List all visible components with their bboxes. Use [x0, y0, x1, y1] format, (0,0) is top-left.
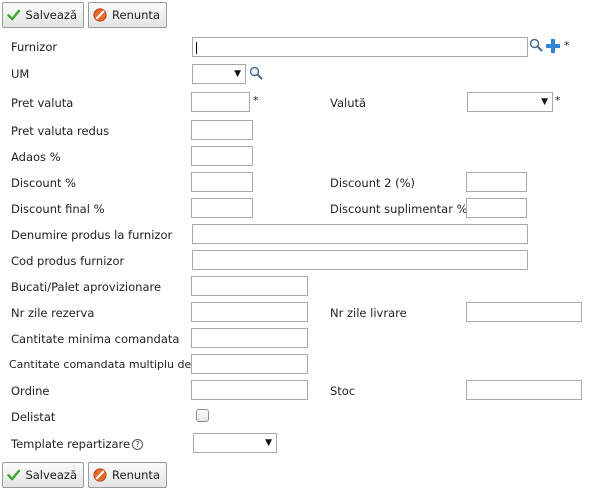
- discount-final-label: Discount final %: [11, 202, 105, 216]
- cod-produs-input[interactable]: [192, 250, 528, 270]
- pret-valuta-redus-input[interactable]: [191, 120, 253, 140]
- pret-valuta-required-marker: *: [253, 94, 259, 107]
- valuta-select[interactable]: ▼: [467, 92, 553, 112]
- ordine-input[interactable]: [191, 380, 308, 400]
- furnizor-label: Furnizor: [11, 40, 58, 54]
- plus-icon[interactable]: [545, 38, 561, 54]
- discount-suplimentar-input[interactable]: [466, 198, 527, 218]
- furnizor-required-marker: *: [564, 39, 570, 52]
- valuta-label: Valută: [330, 96, 367, 110]
- discount-final-input[interactable]: [191, 198, 253, 218]
- nr-zile-livrare-input[interactable]: [466, 302, 582, 322]
- discount-label: Discount %: [11, 176, 77, 190]
- bucati-palet-input[interactable]: [191, 276, 308, 296]
- cantitate-multiplu-input[interactable]: [191, 354, 308, 374]
- search-icon[interactable]: [249, 66, 263, 80]
- check-icon: [7, 469, 21, 481]
- delistat-checkbox[interactable]: [196, 409, 209, 422]
- save-button-bottom[interactable]: Salvează: [2, 462, 84, 488]
- bucati-palet-label: Bucati/Palet aprovizionare: [11, 280, 162, 294]
- delistat-label: Delistat: [11, 410, 56, 424]
- um-label: UM: [11, 67, 30, 81]
- discount2-label: Discount 2 (%): [330, 176, 416, 190]
- text-cursor: [196, 42, 197, 54]
- template-repartizare-label: Template repartizare: [11, 437, 131, 451]
- pret-valuta-label: Pret valuta: [11, 96, 74, 110]
- save-button[interactable]: Salvează: [2, 2, 84, 28]
- adaos-label: Adaos %: [11, 150, 61, 164]
- cancel-button-label: Renunta: [112, 468, 160, 482]
- chevron-down-icon: ▼: [541, 97, 548, 107]
- cod-produs-label: Cod produs furnizor: [11, 254, 125, 268]
- nr-zile-rezerva-input[interactable]: [191, 302, 308, 322]
- adaos-input[interactable]: [191, 146, 253, 166]
- cancel-button-bottom[interactable]: Renunta: [88, 462, 167, 488]
- chevron-down-icon: ▼: [234, 69, 241, 79]
- discount-suplimentar-label: Discount suplimentar %: [330, 202, 468, 216]
- no-entry-icon: [93, 468, 107, 482]
- no-entry-icon: [93, 8, 107, 22]
- cantitate-minima-input[interactable]: [191, 328, 308, 348]
- discount-input[interactable]: [191, 172, 253, 192]
- search-icon[interactable]: [529, 38, 543, 52]
- template-repartizare-select[interactable]: ▼: [193, 433, 277, 453]
- stoc-label: Stoc: [330, 384, 356, 398]
- template-repartizare-label-row: Template repartizare?: [11, 437, 144, 451]
- nr-zile-rezerva-label: Nr zile rezerva: [11, 306, 95, 320]
- cantitate-minima-label: Cantitate minima comandata: [11, 332, 180, 346]
- ordine-label: Ordine: [11, 384, 50, 398]
- um-select[interactable]: ▼: [192, 64, 246, 84]
- denumire-produs-label: Denumire produs la furnizor: [11, 228, 173, 242]
- help-icon[interactable]: ?: [132, 439, 144, 450]
- denumire-produs-input[interactable]: [192, 224, 528, 244]
- discount2-input[interactable]: [466, 172, 527, 192]
- check-icon: [7, 9, 21, 21]
- furnizor-input[interactable]: [192, 37, 528, 57]
- valuta-required-marker: *: [555, 94, 561, 107]
- pret-valuta-redus-label: Pret valuta redus: [11, 124, 110, 138]
- save-button-label: Salvează: [25, 8, 77, 22]
- pret-valuta-input[interactable]: [191, 92, 250, 112]
- cancel-button-label: Renunta: [112, 8, 160, 22]
- save-button-label: Salvează: [25, 468, 77, 482]
- cancel-button[interactable]: Renunta: [88, 2, 167, 28]
- nr-zile-livrare-label: Nr zile livrare: [330, 306, 407, 320]
- chevron-down-icon: ▼: [265, 438, 272, 448]
- stoc-input[interactable]: [466, 380, 582, 400]
- cantitate-multiplu-label: Cantitate comandata multiplu de: [9, 358, 192, 371]
